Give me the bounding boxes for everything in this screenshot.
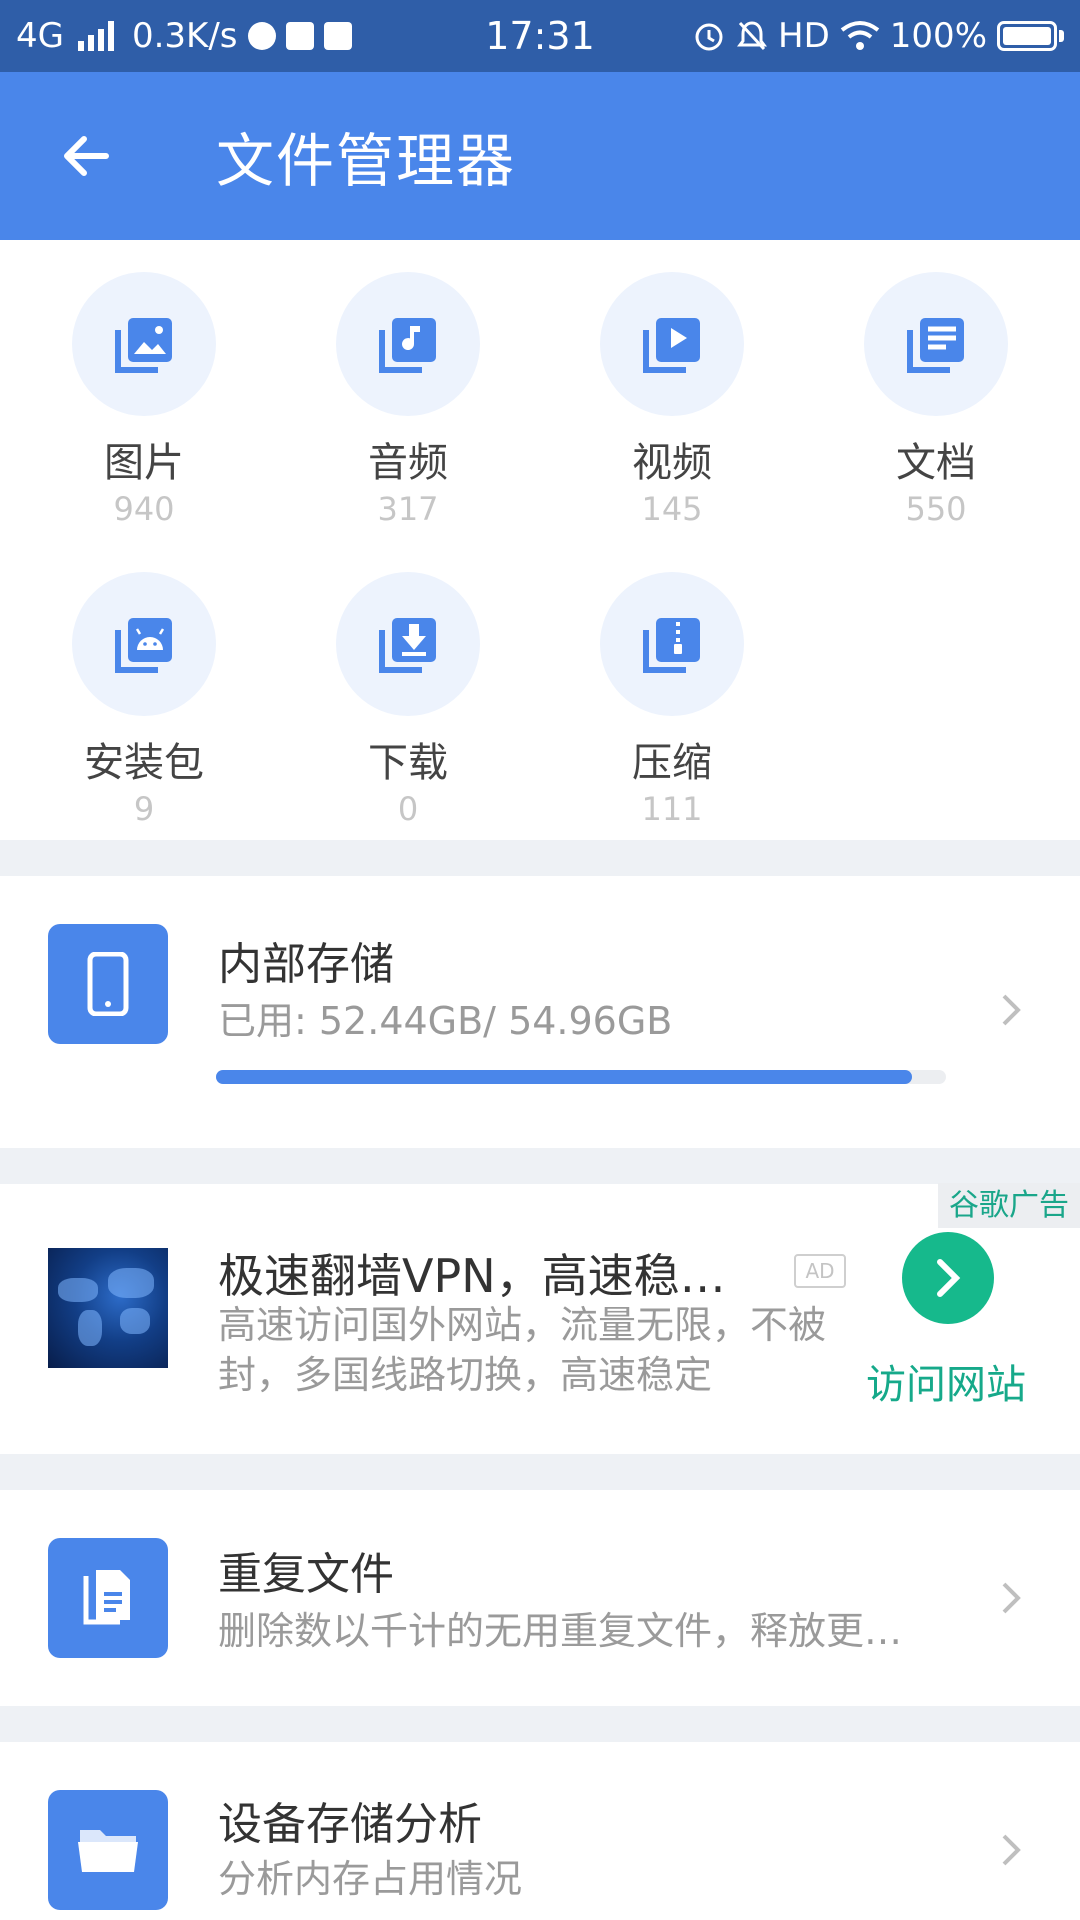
category-count: 0 <box>397 790 419 828</box>
category-documents[interactable]: 文档 550 <box>804 240 1068 540</box>
duplicates-subtitle: 删除数以千计的无用重复文件，释放更… <box>218 1609 903 1653</box>
category-icon-bg <box>864 272 1008 416</box>
app-bar: 文件管理器 <box>0 72 1080 240</box>
ad-label: 谷歌广告 <box>938 1183 1080 1228</box>
page-title: 文件管理器 <box>216 127 517 195</box>
chevron-right-icon <box>1002 994 1021 1026</box>
mute-bell-icon <box>737 21 768 51</box>
ad-open-button[interactable] <box>902 1232 994 1324</box>
category-archives[interactable]: 压缩 111 <box>540 540 804 840</box>
ad-image <box>48 1248 168 1368</box>
category-downloads[interactable]: 下载 0 <box>276 540 540 840</box>
category-label: 音频 <box>368 440 448 486</box>
zip-icon <box>643 618 700 673</box>
duplicate-files-card[interactable]: 重复文件 删除数以千计的无用重复文件，释放更… <box>0 1490 1080 1706</box>
section-divider <box>0 1706 1080 1742</box>
category-count: 317 <box>377 490 439 528</box>
section-divider <box>0 1454 1080 1490</box>
section-divider <box>0 840 1080 876</box>
category-icon-bg <box>72 572 216 716</box>
category-count: 145 <box>641 490 703 528</box>
duplicates-tile <box>48 1538 168 1658</box>
category-icon-bg <box>336 272 480 416</box>
storage-warning-icon <box>285 22 314 50</box>
category-icon-bg <box>336 572 480 716</box>
download-icon <box>379 618 436 673</box>
category-label: 图片 <box>104 440 184 486</box>
android-icon <box>115 618 172 673</box>
battery-percent: 100% <box>889 16 987 56</box>
analysis-tile <box>48 1790 168 1910</box>
category-count: 111 <box>641 790 703 828</box>
chevron-right-icon <box>1002 1834 1021 1866</box>
category-count: 940 <box>113 490 175 528</box>
category-icon-bg <box>600 272 744 416</box>
category-label: 压缩 <box>632 740 712 786</box>
back-button[interactable] <box>26 96 146 216</box>
duplicates-title: 重复文件 <box>218 1549 394 1600</box>
network-speed: 0.3K/s <box>131 16 238 56</box>
alarm-icon <box>695 23 723 51</box>
category-grid: 图片 940 音频 317 视频 145 文档 550 安装包 9 下载 0 压… <box>0 240 1080 840</box>
storage-progress-fill <box>216 1070 913 1084</box>
hd-indicator: HD <box>778 16 830 56</box>
category-count: 550 <box>905 490 967 528</box>
music-icon <box>379 318 436 373</box>
category-count: 9 <box>133 790 155 828</box>
storage-tile <box>48 924 168 1044</box>
category-video[interactable]: 视频 145 <box>540 240 804 540</box>
ad-description: 高速访问国外网站，流量无限，不被封，多国线路切换，高速稳定 <box>218 1303 827 1397</box>
wifi-icon <box>840 21 880 50</box>
ad-title[interactable]: 极速翻墙VPN，高速稳… <box>218 1240 726 1306</box>
status-bar: 4G 0.3K/s 17:31 HD 100% <box>0 0 1080 72</box>
analysis-subtitle: 分析内存占用情况 <box>218 1857 523 1901</box>
category-label: 下载 <box>368 740 448 786</box>
section-divider <box>0 1148 1080 1184</box>
video-icon <box>643 318 700 373</box>
storage-analysis-card[interactable]: 设备存储分析 分析内存占用情况 <box>0 1742 1080 1920</box>
category-label: 文档 <box>896 440 976 486</box>
signal-icon <box>77 21 114 51</box>
category-icon-bg <box>600 572 744 716</box>
image-icon <box>115 318 172 373</box>
storage-title: 内部存储 <box>218 939 394 990</box>
clipboard-check-icon <box>323 22 352 50</box>
internal-storage-card[interactable]: 内部存储 已用: 52.44GB/ 54.96GB <box>0 876 1080 1148</box>
category-label: 安装包 <box>84 740 204 786</box>
chevron-right-icon <box>1002 1582 1021 1614</box>
storage-progress-bar <box>216 1070 946 1084</box>
storage-usage: 已用: 52.44GB/ 54.96GB <box>218 999 673 1043</box>
analysis-title: 设备存储分析 <box>218 1799 482 1850</box>
category-images[interactable]: 图片 940 <box>12 240 276 540</box>
browser-icon <box>247 22 276 50</box>
category-icon-bg <box>72 272 216 416</box>
folder-icon <box>78 1830 138 1872</box>
network-type: 4G <box>16 16 64 56</box>
document-icon <box>907 318 964 373</box>
category-apk[interactable]: 安装包 9 <box>12 540 276 840</box>
phone-icon <box>87 952 129 1016</box>
ad-badge: AD <box>794 1254 846 1288</box>
chevron-right-icon <box>937 1259 961 1297</box>
battery-icon <box>997 21 1064 51</box>
category-label: 视频 <box>632 440 712 486</box>
arrow-left-icon <box>64 136 109 176</box>
duplicate-file-icon <box>83 1570 130 1625</box>
category-audio[interactable]: 音频 317 <box>276 240 540 540</box>
visit-site-link[interactable]: 访问网站 <box>866 1352 1026 1410</box>
